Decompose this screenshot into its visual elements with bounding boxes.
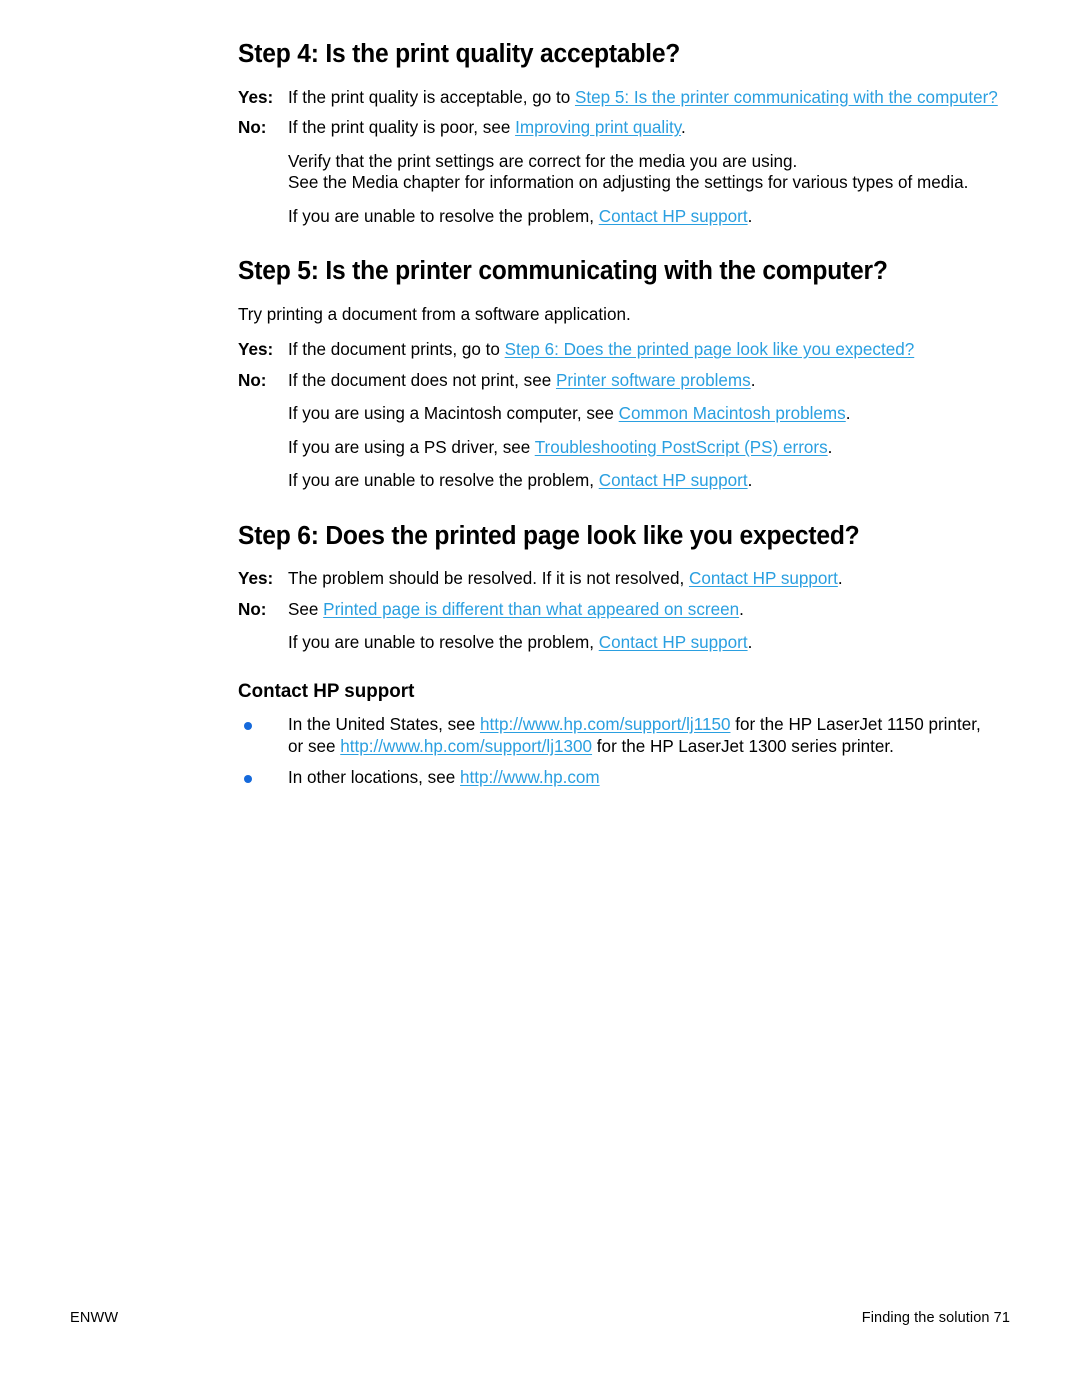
link-troubleshooting-postscript-errors[interactable]: Troubleshooting PostScript (PS) errors — [535, 438, 828, 457]
step6-no-row: No: See Printed page is different than wh… — [238, 599, 998, 621]
list-item: In the United States, see http://www.hp.… — [238, 714, 998, 757]
step5-unable-text: If you are unable to resolve the problem… — [288, 471, 599, 491]
step5-unable-line: If you are unable to resolve the problem… — [288, 470, 998, 492]
contact-bullet-list: In the United States, see http://www.hp.… — [238, 714, 998, 789]
step4-no-text: If the print quality is poor, see — [288, 118, 516, 138]
step5-no-period: . — [750, 370, 756, 390]
step5-no-label: No: — [238, 370, 267, 390]
bullet-icon — [244, 774, 252, 783]
step4-yes-row: Yes: If the print quality is acceptable, … — [238, 87, 998, 109]
step5-ps-line: If you are using a PS driver, see Troubl… — [288, 437, 998, 459]
link-step5[interactable]: Step 5: Is the printer communicating wit… — [575, 88, 998, 107]
document-page: Step 4: Is the print quality acceptable?… — [0, 0, 1080, 1397]
step5-yes-body: If the document prints, go to Step 6: Do… — [288, 340, 914, 359]
link-contact-hp-support[interactable]: Contact HP support — [689, 569, 838, 588]
step4-yes-text: If the print quality is acceptable, go t… — [288, 87, 575, 107]
link-improving-print-quality[interactable]: Improving print quality — [515, 118, 681, 137]
step6-unable-line: If you are unable to resolve the problem… — [288, 632, 998, 654]
step5-intro: Try printing a document from a software … — [238, 304, 631, 324]
step5-yes-row: Yes: If the document prints, go to Step 6… — [238, 339, 998, 361]
step5-ps-period: . — [827, 437, 833, 457]
step6-yes-label: Yes: — [238, 569, 274, 589]
step4-unable-period: . — [747, 206, 753, 226]
bullet2-text-before: In other locations, see — [288, 768, 460, 788]
step5-yes-label: Yes: — [238, 340, 274, 360]
step5-no-body: If the document does not print, see Prin… — [288, 371, 755, 390]
step5-yes-text: If the document prints, go to — [288, 340, 505, 360]
step6-yes-period: . — [837, 569, 843, 589]
link-step6[interactable]: Step 6: Does the printed page look like … — [505, 340, 915, 359]
step4-no-period: . — [681, 118, 686, 138]
step4-no-body: If the print quality is poor, see Improv… — [288, 118, 686, 137]
bullet1-text-before: In the United States, see — [288, 715, 480, 735]
link-contact-hp-support[interactable]: Contact HP support — [599, 207, 748, 226]
link-hp-support-lj1150[interactable]: http://www.hp.com/support/lj1150 — [480, 715, 731, 734]
step6-no-period: . — [739, 599, 744, 619]
link-hp-support-lj1300[interactable]: http://www.hp.com/support/lj1300 — [340, 737, 592, 756]
bullet1-text-after: for the HP LaserJet 1300 series printer. — [592, 736, 894, 756]
link-printer-software-problems[interactable]: Printer software problems — [556, 371, 751, 390]
step5-ps-text: If you are using a PS driver, see — [288, 437, 535, 457]
step4-no-row: No: If the print quality is poor, see Imp… — [238, 117, 998, 139]
step4-verify-line: Verify that the print settings are corre… — [288, 151, 798, 171]
footer-language-code: ENWW — [70, 1310, 119, 1326]
link-contact-hp-support[interactable]: Contact HP support — [599, 633, 748, 652]
step6-no-label: No: — [238, 599, 267, 619]
step6-no-body: See Printed page is different than what … — [288, 600, 744, 619]
footer-section-and-page: Finding the solution 71 — [861, 1310, 1010, 1326]
step6-yes-text: The problem should be resolved. If it is… — [288, 569, 689, 589]
page-content: Step 4: Is the print quality acceptable?… — [238, 40, 998, 789]
step4-yes-body: If the print quality is acceptable, go t… — [288, 88, 998, 107]
link-common-macintosh-problems[interactable]: Common Macintosh problems — [619, 404, 846, 423]
link-hp-home[interactable]: http://www.hp.com — [460, 768, 600, 787]
step5-unable-period: . — [747, 471, 753, 491]
step4-no-label: No: — [238, 118, 267, 138]
list-item: In other locations, see http://www.hp.co… — [238, 767, 998, 789]
page-footer: ENWW Finding the solution 71 — [70, 1306, 1010, 1330]
link-contact-hp-support[interactable]: Contact HP support — [599, 471, 748, 490]
step6-heading: Step 6: Does the printed page look like … — [238, 521, 860, 550]
step6-no-text: See — [288, 599, 324, 619]
step6-yes-row: Yes: The problem should be resolved. If i… — [238, 568, 998, 590]
step5-no-text: If the document does not print, see — [288, 370, 556, 390]
step5-heading: Step 5: Is the printer communicating wit… — [238, 257, 888, 286]
step4-media-line: See the Media chapter for information on… — [288, 173, 969, 193]
step6-unable-text: If you are unable to resolve the problem… — [288, 633, 599, 653]
step4-unable-text: If you are unable to resolve the problem… — [288, 206, 599, 226]
step4-unable-line: If you are unable to resolve the problem… — [288, 206, 998, 228]
link-printed-page-is-different[interactable]: Printed page is different than what appe… — [323, 600, 739, 619]
step5-mac-period: . — [845, 404, 851, 424]
step4-yes-label: Yes: — [238, 87, 274, 107]
step6-unable-period: . — [747, 633, 753, 653]
bullet-icon — [244, 721, 252, 730]
step6-yes-body: The problem should be resolved. If it is… — [288, 569, 843, 588]
step5-macintosh-line: If you are using a Macintosh computer, s… — [288, 403, 998, 425]
step5-no-row: No: If the document does not print, see P… — [238, 370, 998, 392]
contact-hp-support-heading: Contact HP support — [238, 679, 415, 702]
step5-mac-text: If you are using a Macintosh computer, s… — [288, 404, 619, 424]
step4-heading: Step 4: Is the print quality acceptable? — [238, 40, 681, 68]
